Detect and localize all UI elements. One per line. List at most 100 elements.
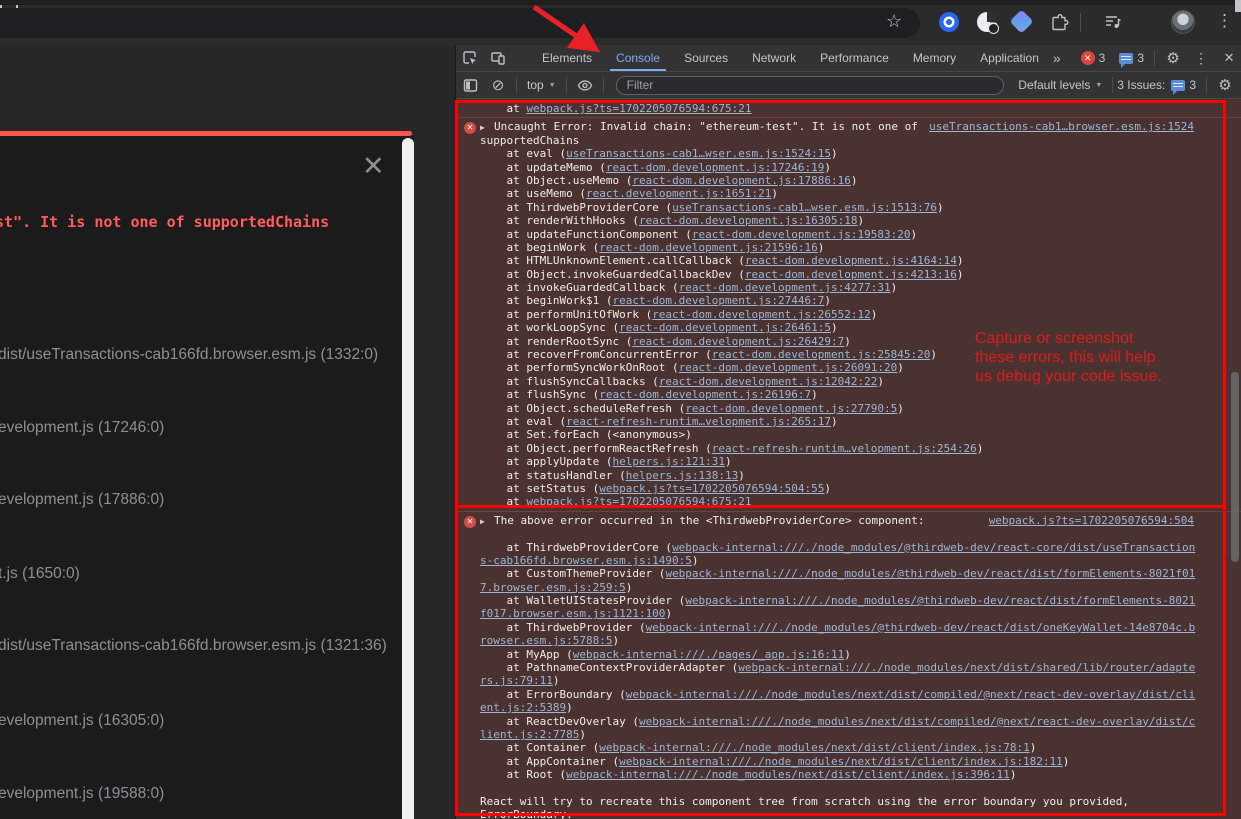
stack-text: ) [811,388,818,401]
stack-source-link[interactable]: react-dom.development.js:26461:5 [619,321,831,334]
stack-source-link[interactable]: webpack-internal:///./node_modules/@thir… [672,541,1195,554]
stack-text: at Object.performReactRefresh ( [480,442,712,455]
stack-source-link[interactable]: react-dom.development.js:27790:5 [685,402,897,415]
stack-source-link[interactable]: react-dom.development.js:26091:20 [679,361,898,374]
clear-console-icon[interactable]: ⊘ [490,77,506,93]
stack-source-link[interactable]: helpers.js:138:13 [626,469,739,482]
expand-triangle-icon[interactable]: ▶ [480,515,494,528]
console-line: at Object.performReactRefresh (react-ref… [480,442,1241,455]
stack-source-link[interactable]: react-dom.development.js:25845:20 [712,348,931,361]
stack-source-link[interactable]: react-dom.development.js:4277:31 [679,281,891,294]
stack-source-link[interactable]: react-dom.development.js:17246:19 [606,161,825,174]
console-error-badge[interactable]: ✕ 3 [1081,51,1106,65]
stack-source-link[interactable]: react.development.js:1651:21 [586,187,771,200]
stack-source-link[interactable]: webpack-internal:///./node_modules/@thir… [685,594,1195,607]
stack-source-link[interactable]: rowser.esm.js:5788:5 [480,634,612,647]
stack-source-link[interactable]: react-dom.development.js:19583:20 [692,228,911,241]
devtools-settings-gear-icon[interactable]: ⚙ [1165,50,1181,66]
tab-console[interactable]: Console [604,45,672,71]
stack-source-link[interactable]: webpack-internal:///./node_modules/@thir… [665,567,1195,580]
live-expression-eye-icon[interactable] [577,77,593,93]
stack-source-link[interactable]: react-dom.development.js:12042:22 [659,375,878,388]
stack-text: at performUnitOfWork ( [480,308,652,321]
overlay-scrollbar[interactable] [402,138,414,819]
address-bar[interactable] [0,8,920,38]
stack-source-link[interactable]: s-cab166fd.browser.esm.js:1490:5 [480,554,692,567]
stack-source-link[interactable]: react-dom.development.js:17886:16 [632,174,851,187]
console-filter-input[interactable] [616,76,1005,95]
console-line: ErrorBoundary. [480,808,1241,819]
console-settings-gear-icon[interactable]: ⚙ [1217,77,1233,93]
issues-counter[interactable]: 3 Issues: 3 [1117,78,1196,92]
console-line: at useMemo (react.development.js:1651:21… [480,187,1241,200]
stack-source-link[interactable]: ent.js:2:5389 [480,701,566,714]
stack-source-link[interactable]: 7.browser.esm.js:259:5 [480,581,626,594]
message-source-link[interactable]: webpack.js?ts=1702205076594:504 [989,514,1194,527]
stack-source-link[interactable]: useTransactions-cab1…wser.esm.js:1513:76 [672,201,937,214]
stack-text: at recoverFromConcurrentError ( [480,348,712,361]
tab-sources[interactable]: Sources [672,45,740,71]
tab-application[interactable]: Application [968,45,1051,71]
stack-source-link[interactable]: react-dom.development.js:26196:7 [599,388,811,401]
devtools-close-icon[interactable]: ✕ [1221,50,1237,66]
stack-source-link[interactable]: webpack-internal:///./node_modules/next/… [626,688,1196,701]
message-source-link[interactable]: useTransactions-cab1…browser.esm.js:1524 [929,120,1194,133]
overlay-close-icon[interactable]: ✕ [362,151,385,182]
stack-text: at useMemo ( [480,187,586,200]
tab-elements[interactable]: Elements [530,45,604,71]
toolbar-divider [516,77,517,93]
stack-text: at Object.useMemo ( [480,174,632,187]
tab-memory[interactable]: Memory [901,45,968,71]
stack-source-link[interactable]: webpack.js?ts=1702205076594:675:21 [526,102,751,115]
console-toolbar: ⊘ top ▼ Default levels ▼ 3 Issues: [456,72,1241,99]
stack-text: ) [891,281,898,294]
stack-source-link[interactable]: react-dom.development.js:4164:14 [745,254,957,267]
console-sidebar-toggle-icon[interactable] [462,77,478,93]
browser-menu-kebab-icon[interactable]: ⋮ [1216,11,1233,31]
profile-avatar[interactable] [1171,10,1195,34]
stack-source-link[interactable]: webpack.js?ts=1702205076594:675:21 [526,495,751,508]
stack-source-link[interactable]: react-refresh-runtim…velopment.js:254:26 [712,442,977,455]
stack-source-link[interactable]: react-refresh-runtim…velopment.js:265:17 [566,415,831,428]
stack-source-link[interactable]: react-dom.development.js:26429:7 [632,335,844,348]
extension-clock-icon[interactable] [977,12,997,32]
stack-text: ) [1063,755,1070,768]
log-levels-selector[interactable]: Default levels ▼ [1018,78,1102,92]
error-badge-count: 3 [1099,51,1106,65]
stack-source-link[interactable]: lient.js:2:7785 [480,728,579,741]
tab-performance[interactable]: Performance [808,45,901,71]
stack-source-link[interactable]: useTransactions-cab1…wser.esm.js:1524:15 [566,147,831,160]
stack-source-link[interactable]: react-dom.development.js:26552:12 [652,308,871,321]
stack-source-link[interactable]: webpack-internal:///./node_modules/next/… [599,741,1029,754]
expand-triangle-icon[interactable]: ▶ [480,121,494,134]
tab-network[interactable]: Network [740,45,808,71]
context-selector[interactable]: top ▼ [527,78,556,92]
console-message-badge[interactable]: 3 [1105,51,1144,65]
stack-source-link[interactable]: webpack-internal:///./node_modules/next/… [639,715,1195,728]
device-toolbar-icon[interactable] [490,50,506,66]
more-tabs-icon[interactable]: » [1053,50,1061,66]
extension-diamond-icon[interactable] [1009,9,1033,33]
extensions-puzzle-icon[interactable] [1049,12,1069,32]
overlay-file-line: evelopment.js (19588:0) [0,785,164,803]
stack-source-link[interactable]: f017.browser.esm.js:1121:100 [480,607,665,620]
stack-source-link[interactable]: webpack-internal:///./node_modules/next/… [619,755,1063,768]
stack-source-link[interactable]: webpack-internal:///./node_modules/next/… [566,768,1010,781]
console-scrollbar[interactable] [1231,372,1239,562]
stack-text: ) [738,469,745,482]
stack-source-link[interactable]: webpack-internal:///./pages/_app.js:16:1… [573,648,845,661]
stack-source-link[interactable]: webpack.js?ts=1702205076594:504:55 [599,482,824,495]
inspect-element-icon[interactable] [462,50,478,66]
stack-source-link[interactable]: webpack-internal:///./node_modules/@thir… [646,621,1196,634]
stack-source-link[interactable]: helpers.js:121:31 [612,455,725,468]
media-controls-icon[interactable] [1103,12,1123,32]
devtools-kebab-menu-icon[interactable]: ⋮ [1193,50,1209,66]
stack-source-link[interactable]: webpack-internal:///./node_modules/next/… [738,661,1195,674]
stack-source-link[interactable]: react-dom.development.js:27446:7 [612,294,824,307]
extension-blue-circle-icon[interactable] [939,12,959,32]
bookmark-star-icon[interactable]: ☆ [886,11,902,32]
stack-source-link[interactable]: react-dom.development.js:16305:18 [639,214,858,227]
stack-source-link[interactable]: react-dom.development.js:21596:16 [599,241,818,254]
stack-source-link[interactable]: react-dom.development.js:4213:16 [745,268,957,281]
stack-source-link[interactable]: rs.js:79:11 [480,674,553,687]
